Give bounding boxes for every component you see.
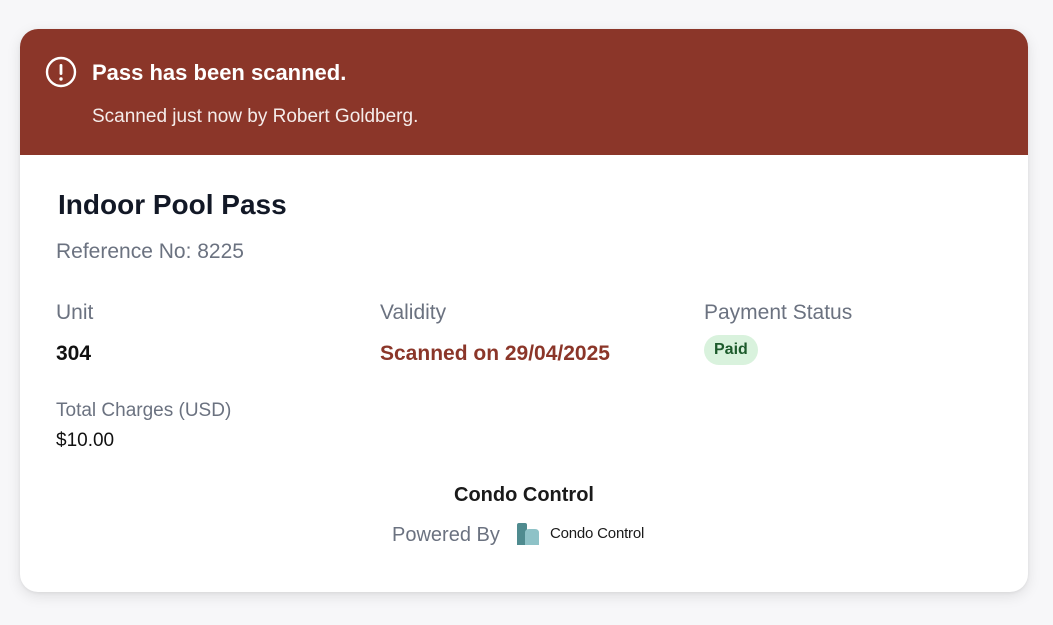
powered-by-label: Powered By	[392, 524, 500, 546]
pass-card: Pass has been scanned. Scanned just now …	[20, 29, 1028, 592]
exclamation-circle-icon	[45, 56, 77, 88]
validity-value: Scanned on 29/04/2025	[380, 342, 610, 365]
payment-status-badge: Paid	[704, 335, 758, 365]
pass-title: Indoor Pool Pass	[58, 189, 287, 220]
payment-status-label: Payment Status	[704, 301, 853, 324]
footer-company-name: Condo Control	[454, 484, 594, 506]
brand-text: Condo Control	[550, 525, 645, 542]
unit-label: Unit	[56, 301, 94, 324]
validity-label: Validity	[380, 301, 447, 324]
total-charges-value: $10.00	[56, 430, 115, 451]
scan-alert-banner: Pass has been scanned. Scanned just now …	[20, 29, 1028, 155]
banner-subtitle: Scanned just now by Robert Goldberg.	[92, 106, 419, 127]
unit-value: 304	[56, 342, 92, 365]
total-charges-label: Total Charges (USD)	[56, 400, 232, 421]
banner-title: Pass has been scanned.	[92, 60, 347, 85]
reference-number: Reference No: 8225	[56, 240, 244, 263]
condo-control-logo-icon	[517, 523, 539, 545]
